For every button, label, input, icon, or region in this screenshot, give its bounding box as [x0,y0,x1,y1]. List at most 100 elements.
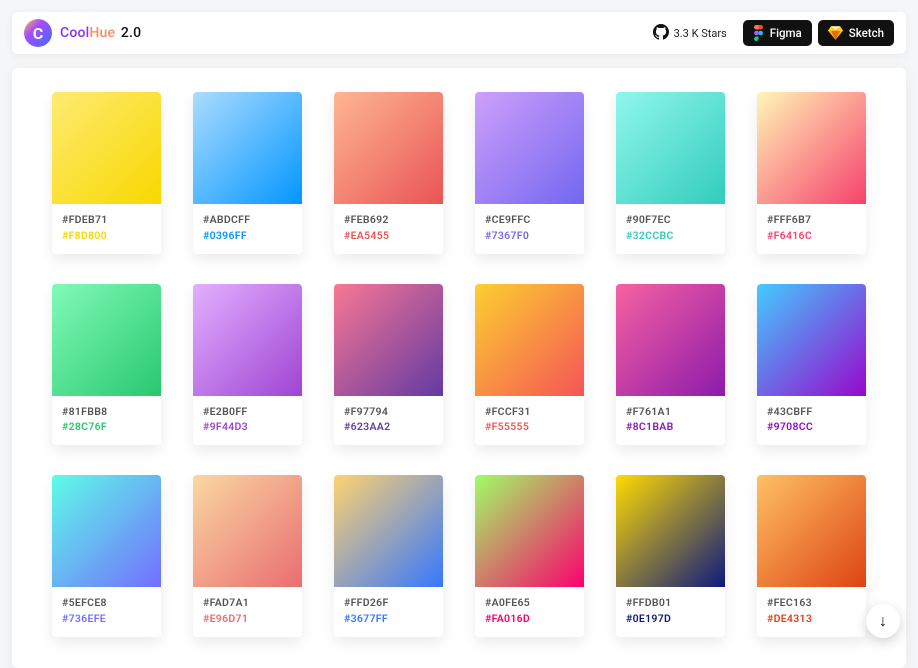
color-code-to[interactable]: #9F44D3 [203,419,292,435]
arrow-down-icon: ↓ [879,611,887,631]
color-code-from[interactable]: #FFD26F [344,595,433,611]
gradient-card[interactable]: #CE9FFC#7367F0 [475,92,584,254]
color-codes: #5EFCE8#736EFE [52,587,161,637]
color-code-to[interactable]: #32CCBC [626,228,715,244]
color-code-from[interactable]: #FAD7A1 [203,595,292,611]
color-codes: #43CBFF#9708CC [757,396,866,446]
color-codes: #90F7EC#32CCBC [616,204,725,254]
gradient-card[interactable]: #FEC163#DE4313 [757,475,866,637]
sketch-button[interactable]: Sketch [818,20,894,46]
gradient-swatch [475,475,584,587]
color-code-from[interactable]: #FDEB71 [62,212,151,228]
gradient-card[interactable]: #FCCF31#F55555 [475,284,584,446]
color-code-from[interactable]: #FCCF31 [485,404,574,420]
gradient-swatch [757,92,866,204]
gradient-swatch [475,92,584,204]
color-code-to[interactable]: #0396FF [203,228,292,244]
gradient-swatch [52,284,161,396]
color-code-from[interactable]: #FEC163 [767,595,856,611]
color-code-to[interactable]: #8C1BAB [626,419,715,435]
color-code-from[interactable]: #FFF6B7 [767,212,856,228]
gradient-card[interactable]: #A0FE65#FA016D [475,475,584,637]
color-code-from[interactable]: #CE9FFC [485,212,574,228]
gradient-card[interactable]: #81FBB8#28C76F [52,284,161,446]
color-code-from[interactable]: #43CBFF [767,404,856,420]
gradient-card[interactable]: #FFDB01#0E197D [616,475,725,637]
color-codes: #FDEB71#F8D800 [52,204,161,254]
brand-title[interactable]: CoolHue 2.0 [60,25,141,41]
scroll-down-button[interactable]: ↓ [866,604,900,638]
color-code-from[interactable]: #90F7EC [626,212,715,228]
gradient-card[interactable]: #FFD26F#3677FF [334,475,443,637]
gradient-card[interactable]: #F97794#623AA2 [334,284,443,446]
color-code-to[interactable]: #9708CC [767,419,856,435]
color-code-to[interactable]: #F6416C [767,228,856,244]
gradient-swatch [193,284,302,396]
color-code-to[interactable]: #EA5455 [344,228,433,244]
gradient-swatch [52,475,161,587]
github-stars-link[interactable]: 3.3 K Stars [653,24,727,43]
gradient-card[interactable]: #FAD7A1#E96D71 [193,475,302,637]
color-code-to[interactable]: #7367F0 [485,228,574,244]
color-code-from[interactable]: #F761A1 [626,404,715,420]
sketch-button-label: Sketch [849,26,884,40]
gradient-swatch [757,284,866,396]
color-codes: #F761A1#8C1BAB [616,396,725,446]
gradient-card[interactable]: #ABDCFF#0396FF [193,92,302,254]
gradient-card[interactable]: #FDEB71#F8D800 [52,92,161,254]
color-codes: #F97794#623AA2 [334,396,443,446]
color-code-to[interactable]: #736EFE [62,611,151,627]
gradient-swatch [334,92,443,204]
gradient-swatch [616,92,725,204]
color-codes: #FFD26F#3677FF [334,587,443,637]
gradient-card[interactable]: #43CBFF#9708CC [757,284,866,446]
color-code-from[interactable]: #5EFCE8 [62,595,151,611]
sketch-icon [828,26,843,40]
gradient-swatch [334,284,443,396]
color-code-from[interactable]: #FEB692 [344,212,433,228]
main-panel: #FDEB71#F8D800 #ABDCFF#0396FF #FEB692#EA54… [12,68,906,668]
color-code-to[interactable]: #F8D800 [62,228,151,244]
figma-button[interactable]: Figma [743,20,812,46]
gradient-card[interactable]: #FEB692#EA5455 [334,92,443,254]
swatch-grid: #FDEB71#F8D800 #ABDCFF#0396FF #FEB692#EA54… [52,92,866,637]
color-codes: #FAD7A1#E96D71 [193,587,302,637]
color-code-from[interactable]: #FFDB01 [626,595,715,611]
color-code-from[interactable]: #ABDCFF [203,212,292,228]
gradient-swatch [475,284,584,396]
color-code-to[interactable]: #FA016D [485,611,574,627]
gradient-card[interactable]: #90F7EC#32CCBC [616,92,725,254]
gradient-swatch [193,475,302,587]
gradient-swatch [616,475,725,587]
color-code-to[interactable]: #28C76F [62,419,151,435]
color-codes: #A0FE65#FA016D [475,587,584,637]
color-code-from[interactable]: #E2B0FF [203,404,292,420]
color-codes: #FFDB01#0E197D [616,587,725,637]
color-code-to[interactable]: #623AA2 [344,419,433,435]
gradient-swatch [334,475,443,587]
color-codes: #FEB692#EA5455 [334,204,443,254]
color-codes: #FFF6B7#F6416C [757,204,866,254]
color-codes: #E2B0FF#9F44D3 [193,396,302,446]
github-stars-label: 3.3 K Stars [674,27,727,40]
brand-word-hue: Hue [89,25,115,41]
color-code-from[interactable]: #F97794 [344,404,433,420]
gradient-card[interactable]: #FFF6B7#F6416C [757,92,866,254]
color-code-from[interactable]: #81FBB8 [62,404,151,420]
color-code-to[interactable]: #DE4313 [767,611,856,627]
gradient-swatch [193,92,302,204]
color-code-to[interactable]: #E96D71 [203,611,292,627]
gradient-card[interactable]: #E2B0FF#9F44D3 [193,284,302,446]
gradient-card[interactable]: #5EFCE8#736EFE [52,475,161,637]
color-code-to[interactable]: #3677FF [344,611,433,627]
color-code-to[interactable]: #F55555 [485,419,574,435]
color-code-from[interactable]: #A0FE65 [485,595,574,611]
color-code-to[interactable]: #0E197D [626,611,715,627]
color-codes: #FEC163#DE4313 [757,587,866,637]
figma-button-label: Figma [770,26,802,40]
gradient-card[interactable]: #F761A1#8C1BAB [616,284,725,446]
brand-logo-letter: C [33,24,43,43]
gradient-swatch [52,92,161,204]
app-header: C CoolHue 2.0 3.3 K Stars Figma [12,12,906,54]
figma-icon [753,25,764,41]
